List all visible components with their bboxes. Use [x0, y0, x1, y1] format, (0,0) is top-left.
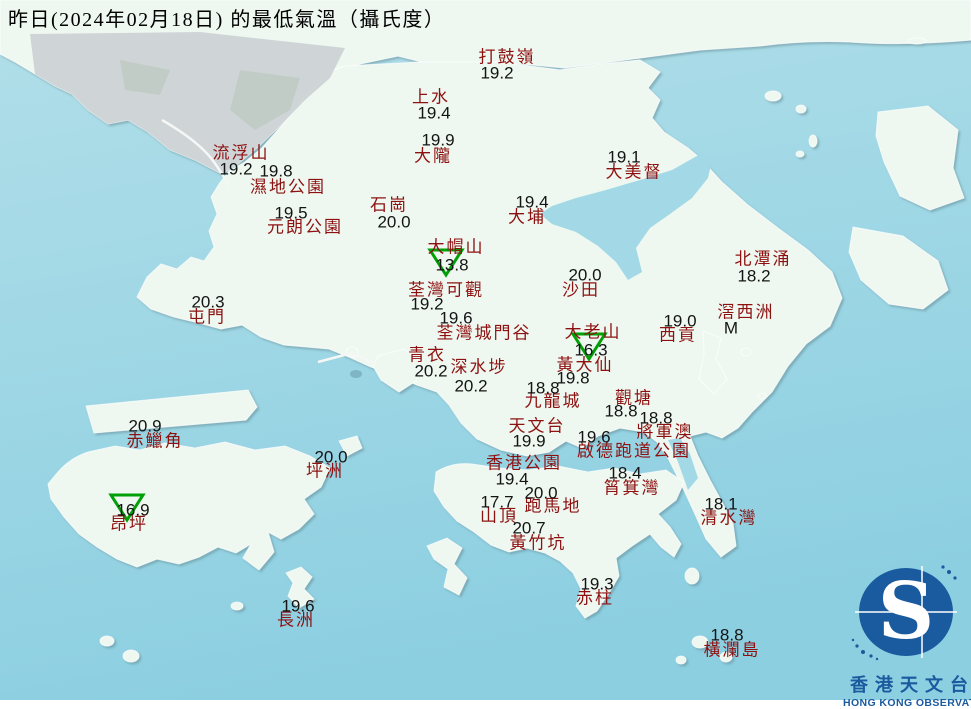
- station-name: 濕地公園: [250, 177, 326, 197]
- station-value: 19.3: [580, 574, 614, 594]
- station-value: 19.9: [421, 130, 455, 150]
- station-name: 深水埗: [450, 357, 508, 377]
- station-value: 19.6: [577, 427, 611, 447]
- station-value: M: [723, 318, 739, 338]
- station-value: 18.8: [526, 378, 560, 398]
- station-name: 大帽山: [427, 237, 485, 257]
- station-value: 20.9: [128, 416, 162, 436]
- hko-logo: S 香港天文台 HONG KONG OBSERVATORY: [843, 556, 971, 709]
- station-value: 20.0: [524, 483, 558, 503]
- station-name: 大隴: [414, 146, 452, 166]
- station-value: 19.4: [515, 192, 549, 212]
- station-value: 20.7: [512, 518, 546, 538]
- station-value: 19.2: [480, 63, 514, 83]
- station-value: 19.8: [259, 161, 293, 181]
- station-value: 19.6: [281, 596, 315, 616]
- station-value: 20.2: [454, 376, 488, 396]
- station-value: 19.9: [512, 431, 546, 451]
- station-value: 19.1: [607, 147, 641, 167]
- min-temperature-map: 昨日(2024年02月18日) 的最低氣溫（攝氏度） 打鼓嶺 19.2 上水 19.4…: [0, 0, 971, 709]
- logo-name-english: HONG KONG OBSERVATORY: [843, 697, 971, 709]
- hko-logo-mark: S: [851, 565, 957, 661]
- station-name: 北潭涌: [734, 249, 792, 269]
- station-name: 大老山: [564, 322, 622, 342]
- station-value: 20.2: [414, 361, 448, 381]
- station-value: 19.8: [556, 368, 590, 388]
- station-value: 18.1: [704, 494, 738, 514]
- station-value: 18.4: [608, 463, 642, 483]
- station-value: 19.0: [663, 311, 697, 331]
- station-value: 20.3: [191, 292, 225, 312]
- station-value: 18.2: [737, 266, 771, 286]
- station-value: 19.4: [417, 103, 451, 123]
- station-value: 19.2: [219, 159, 253, 179]
- station-value: 20.0: [377, 212, 411, 232]
- stations-layer: 打鼓嶺 19.2 上水 19.4 大隴 19.9 流浮山 19.2 濕地公園 19.8 元朗公園 19…: [0, 0, 971, 700]
- logo-name-chinese: 香港天文台: [850, 675, 971, 695]
- station-value: 20.0: [314, 447, 348, 467]
- station-value: 20.0: [568, 265, 602, 285]
- station-value: 19.5: [274, 203, 308, 223]
- station-value: 18.8: [710, 625, 744, 645]
- station-value: 13.8: [435, 255, 469, 275]
- station-value: 16.9: [116, 500, 150, 520]
- station-name: 石崗: [370, 195, 408, 215]
- station-value: 18.8: [604, 401, 638, 421]
- station-value: 17.7: [480, 492, 514, 512]
- station-value: 18.8: [639, 408, 673, 428]
- station-value: 19.6: [439, 308, 473, 328]
